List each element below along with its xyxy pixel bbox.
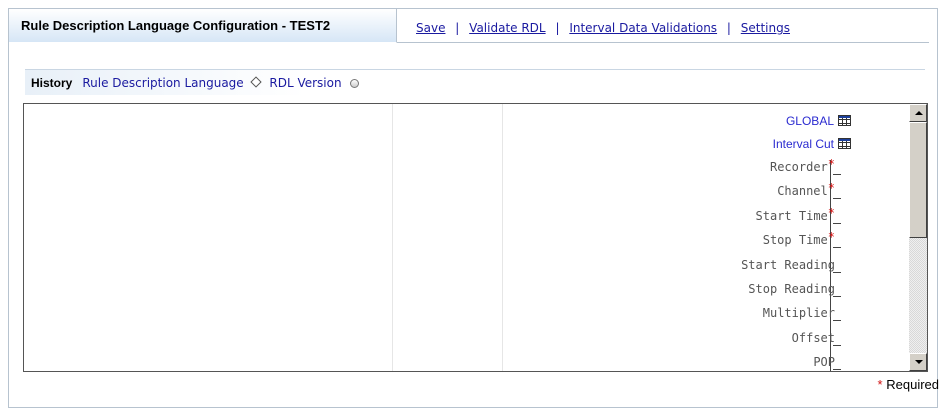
vertical-scrollbar[interactable] xyxy=(909,104,927,371)
table-grid-icon[interactable] xyxy=(838,138,851,149)
field-label[interactable]: Stop Reading xyxy=(748,282,835,296)
field-node[interactable]: Channel* xyxy=(777,181,835,198)
field-node[interactable]: Recorder* xyxy=(770,157,835,174)
field-label[interactable]: Channel xyxy=(777,184,828,198)
field-node[interactable]: Multiplier xyxy=(763,306,835,320)
tab-rdl-version[interactable]: RDL Version xyxy=(269,76,341,90)
scroll-down-button[interactable] xyxy=(909,353,927,371)
field-node[interactable]: POP xyxy=(813,355,835,369)
interval-cut-node[interactable]: Interval Cut xyxy=(773,137,851,151)
field-node[interactable]: Offset xyxy=(792,331,835,345)
tree-connector-tick xyxy=(833,198,841,200)
tree-connector-tick xyxy=(833,320,841,322)
diamond-icon xyxy=(250,76,262,88)
tree-connector-tick xyxy=(833,222,841,224)
tab-history[interactable]: History xyxy=(31,76,72,90)
separator: | xyxy=(455,21,460,35)
settings-link[interactable]: Settings xyxy=(741,21,790,35)
interval-data-validations-link[interactable]: Interval Data Validations xyxy=(569,21,717,35)
required-label: Required xyxy=(886,377,939,392)
breadcrumb: History Rule Description Language RDL Ve… xyxy=(31,76,359,90)
tab-rule-description-language[interactable]: Rule Description Language xyxy=(82,76,243,90)
separator: | xyxy=(555,21,560,35)
scrollbar-thumb[interactable] xyxy=(909,122,927,238)
global-node[interactable]: GLOBAL xyxy=(786,114,851,128)
field-node[interactable]: Stop Reading xyxy=(748,282,835,296)
field-label[interactable]: Offset xyxy=(792,331,835,345)
scroll-up-arrow-icon xyxy=(915,111,923,115)
rdl-tree-pane: GLOBAL Interval Cut Recorder* Channel* Sta… xyxy=(23,103,928,372)
required-star: * xyxy=(877,377,883,392)
scroll-up-button[interactable] xyxy=(909,104,927,122)
tree-connector-tick xyxy=(833,247,841,249)
field-node[interactable]: Start Time* xyxy=(756,205,835,223)
field-node[interactable]: Start Reading xyxy=(741,258,835,272)
save-link[interactable]: Save xyxy=(416,21,445,35)
separator: | xyxy=(726,21,731,35)
required-marker: * xyxy=(827,181,835,196)
required-marker: * xyxy=(827,157,835,171)
scroll-down-arrow-icon xyxy=(915,360,923,364)
field-label[interactable]: Stop Time xyxy=(763,233,828,247)
required-marker: * xyxy=(827,205,835,220)
tree-connector-tick xyxy=(833,271,841,273)
radio-circle-icon xyxy=(349,79,359,89)
tree-connector-tick xyxy=(833,369,841,371)
header-actions-bar: Save | Validate RDL | Interval Data Vali… xyxy=(397,9,929,43)
required-legend: * Required xyxy=(878,377,939,392)
subtab-divider xyxy=(25,69,925,70)
interval-cut-label[interactable]: Interval Cut xyxy=(773,137,834,151)
tree-connector-tick xyxy=(833,344,841,346)
validate-rdl-link[interactable]: Validate RDL xyxy=(469,21,545,35)
field-node[interactable]: Stop Time* xyxy=(763,230,835,247)
field-label[interactable]: Start Reading xyxy=(741,258,835,272)
required-marker: * xyxy=(827,230,835,245)
field-label[interactable]: POP xyxy=(813,355,835,369)
breadcrumb-bar: History Rule Description Language RDL Ve… xyxy=(25,69,925,95)
field-label[interactable]: Recorder xyxy=(770,160,828,174)
global-label[interactable]: GLOBAL xyxy=(786,114,834,128)
page-title: Rule Description Language Configuration … xyxy=(21,18,331,33)
column-divider xyxy=(502,104,503,371)
field-label[interactable]: Start Time xyxy=(756,209,828,223)
tree-connector-tick xyxy=(833,296,841,297)
header-divider xyxy=(397,42,929,43)
tree-connector-tick xyxy=(833,174,841,175)
action-links: Save | Validate RDL | Interval Data Vali… xyxy=(416,21,790,35)
column-divider xyxy=(392,104,393,371)
field-label[interactable]: Multiplier xyxy=(763,306,835,320)
title-tab: Rule Description Language Configuration … xyxy=(9,9,397,43)
table-grid-icon[interactable] xyxy=(838,115,851,126)
